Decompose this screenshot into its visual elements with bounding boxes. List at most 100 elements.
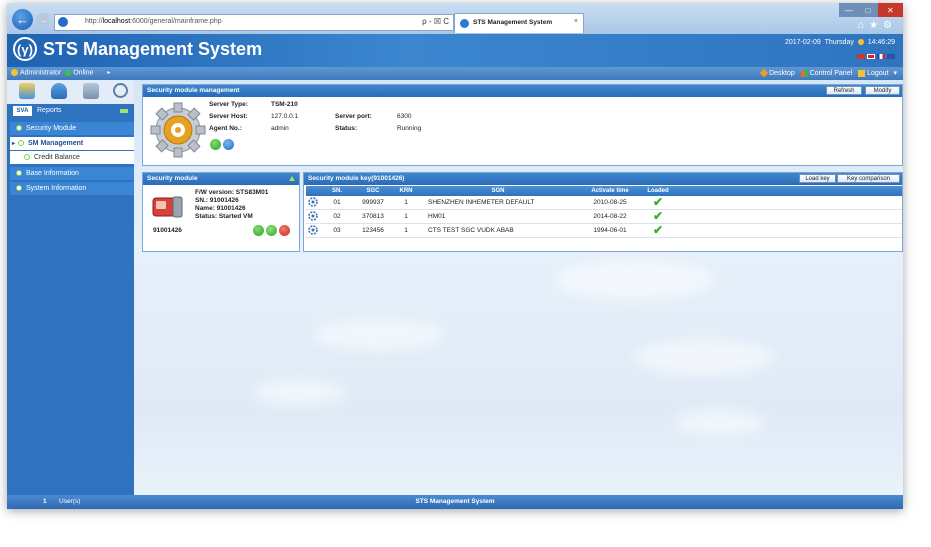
date-time: 2017-02-09 Thursday 14:46:29 xyxy=(785,39,895,46)
forward-icon[interactable]: → xyxy=(36,13,50,27)
address-bar[interactable]: http://localhost:6000/general/mainframe.… xyxy=(54,14,454,31)
control-panel-icon xyxy=(800,69,808,77)
ie-page-icon xyxy=(58,17,68,27)
tab-close-icon[interactable]: × xyxy=(574,18,578,25)
key-gear-icon[interactable] xyxy=(308,225,318,235)
server-info-icon[interactable] xyxy=(223,139,234,150)
background-cloud xyxy=(674,410,764,435)
status-label: Status: xyxy=(335,125,358,132)
app-logo-icon: (γ) xyxy=(13,37,37,61)
logout-link[interactable]: Logout xyxy=(867,70,888,77)
modify-button[interactable]: Modify xyxy=(865,86,900,95)
userbar-collapse-icon[interactable]: ▸ xyxy=(107,70,110,76)
col-activate-time[interactable]: Activate time xyxy=(578,186,642,196)
userbar-links: Desktop Control Panel Logout ▾ xyxy=(759,68,897,78)
close-window-icon[interactable]: ✕ xyxy=(877,3,903,17)
tab-sva[interactable]: SVA xyxy=(13,106,32,116)
flag-other-icon[interactable] xyxy=(887,54,895,59)
search-icon[interactable] xyxy=(113,83,128,98)
flag-cn-icon[interactable] xyxy=(867,54,875,59)
module-start-icon[interactable] xyxy=(266,225,277,236)
loaded-check-icon: ✔ xyxy=(653,209,664,223)
table-row[interactable]: 03 123456 1 CTS TEST SGC VUDK ABAB 1994-… xyxy=(306,224,902,238)
fw-version: F/W version: STS83M01 xyxy=(195,189,269,196)
load-key-button[interactable]: Load key xyxy=(799,174,836,183)
bullet-icon xyxy=(16,170,22,177)
flag-fr-icon[interactable] xyxy=(877,54,885,59)
cell-sn: 03 xyxy=(333,227,341,234)
user-module-icon[interactable] xyxy=(51,83,67,99)
cell-activate-time: 1994-06-01 xyxy=(593,227,627,234)
cell-sgn: CTS TEST SGC VUDK ABAB xyxy=(428,227,514,234)
app-title: STS Management System xyxy=(43,39,263,59)
background-cloud xyxy=(314,320,444,350)
bullet-icon xyxy=(18,140,25,147)
refresh-button[interactable]: Refresh xyxy=(826,86,862,95)
sidebar-item-label: Credit Balance xyxy=(34,154,80,161)
browser-toolbar: ← → http://localhost:6000/general/mainfr… xyxy=(7,3,903,34)
col-sn[interactable]: SN. xyxy=(322,186,352,196)
sidebar-item-sm-management[interactable]: ▸ SM Management xyxy=(10,137,134,150)
server-host-label: Server Host: xyxy=(209,113,248,120)
tab-reports[interactable]: Reports xyxy=(37,107,62,114)
sidebar-item-label: SM Management xyxy=(28,140,84,147)
control-panel-link[interactable]: Control Panel xyxy=(810,70,852,77)
username[interactable]: Administrator xyxy=(20,69,61,76)
cell-sgn: HM01 xyxy=(428,213,446,220)
module-refresh-icon[interactable] xyxy=(253,225,264,236)
user-info: Administrator Online ▸ xyxy=(11,69,110,76)
sidebar: SVA Reports Security Module ▸ SM Manageme… xyxy=(7,80,134,495)
main-content: Security module management Refresh Modif… xyxy=(134,80,903,495)
key-gear-icon[interactable] xyxy=(308,211,318,221)
panel-title: Security module management xyxy=(143,85,902,97)
table-row[interactable]: 02 370813 1 HM01 2014-08-22 ✔ xyxy=(306,210,902,224)
background-cloud xyxy=(634,340,774,375)
home-icon[interactable]: ⌂ xyxy=(858,20,869,31)
col-krn[interactable]: KRN xyxy=(394,186,418,196)
status-bar-title: STS Management System xyxy=(415,498,495,505)
weekday: Thursday xyxy=(824,39,854,46)
flag-uk-icon[interactable] xyxy=(857,54,865,59)
table-row[interactable]: 01 999937 1 SHENZHEN INHEMETER DEFAULT 2… xyxy=(306,196,902,210)
key-gear-icon[interactable] xyxy=(308,197,318,207)
key-table-header: SN. SGC KRN SGN Activate time Loaded xyxy=(306,186,902,196)
minimize-icon[interactable]: — xyxy=(839,3,859,17)
favorites-star-icon[interactable]: ★ xyxy=(869,20,883,31)
security-module-key-panel: Security module key(91001426) Load key K… xyxy=(303,172,903,252)
desktop-icon xyxy=(759,68,769,78)
security-card-icon xyxy=(152,196,183,218)
start-server-icon[interactable] xyxy=(210,139,221,150)
agent-no-label: Agent No.: xyxy=(209,125,242,132)
browser-tool-icons: ⌂★⚙ xyxy=(858,20,897,31)
logout-dropdown-icon[interactable]: ▾ xyxy=(893,70,897,77)
col-sgn[interactable]: SGN xyxy=(418,186,578,196)
back-icon[interactable]: ← xyxy=(12,9,33,30)
sidebar-item-system-information[interactable]: System Information xyxy=(10,182,134,195)
sidebar-item-label: Base Information xyxy=(26,170,79,177)
home-module-icon[interactable] xyxy=(19,83,35,99)
date: 2017-02-09 xyxy=(784,39,821,46)
grid-module-icon[interactable] xyxy=(83,83,99,99)
server-host-value: 127.0.0.1 xyxy=(271,113,299,120)
sidebar-minimize-icon[interactable] xyxy=(120,109,128,113)
key-comparison-button[interactable]: Key comparison xyxy=(837,174,900,183)
online-status-icon xyxy=(65,69,72,76)
panel-collapse-icon[interactable] xyxy=(289,176,295,181)
cell-sgc: 370813 xyxy=(362,213,384,220)
online-status[interactable]: Online xyxy=(73,69,93,76)
module-status: Status: Started VM xyxy=(195,213,253,220)
tab-title: STS Management System xyxy=(473,19,553,26)
cell-sn: 01 xyxy=(333,199,341,206)
maximize-icon[interactable]: □ xyxy=(858,3,878,17)
agent-no-value: admin xyxy=(271,125,289,132)
settings-gear-icon[interactable]: ⚙ xyxy=(883,20,897,31)
address-controls[interactable]: ρ - ☒ C xyxy=(422,17,449,26)
sidebar-item-base-information[interactable]: Base Information xyxy=(10,167,134,180)
browser-tab[interactable]: STS Management System × xyxy=(454,13,584,33)
server-type-value: TSM-210 xyxy=(271,101,298,108)
col-sgc[interactable]: SGC xyxy=(352,186,394,196)
sidebar-item-security-module[interactable]: Security Module xyxy=(10,122,134,135)
desktop-link[interactable]: Desktop xyxy=(769,70,795,77)
module-stop-icon[interactable] xyxy=(279,225,290,236)
sidebar-item-credit-balance[interactable]: Credit Balance xyxy=(10,151,134,164)
